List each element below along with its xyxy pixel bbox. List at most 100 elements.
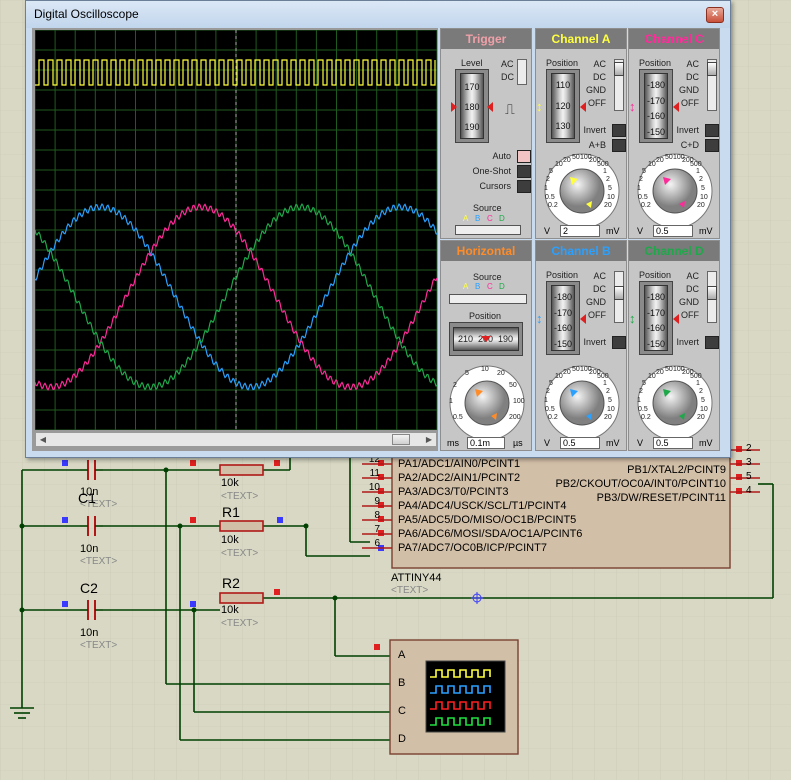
knob-scale-label: 500 (597, 161, 609, 168)
channel-a-mode-ac[interactable]: AC (593, 59, 606, 69)
channel-d-volts-readout[interactable]: 0.5 (653, 437, 693, 449)
switch-thumb[interactable] (707, 62, 717, 76)
knob-scale-label: 5 (608, 397, 612, 404)
trigger-source-b[interactable]: B (475, 214, 480, 223)
scrollbar-thumb[interactable] (392, 434, 410, 445)
knob-scale-label: 1 (696, 168, 700, 175)
channel-invert-label: Invert (583, 125, 606, 135)
horizontal-source-b[interactable]: B (475, 282, 480, 291)
title-bar[interactable]: Digital Oscilloscope × (26, 1, 730, 28)
channel-d-mode-gnd[interactable]: GND (679, 297, 699, 307)
knob-scale-label: 10 (700, 406, 708, 413)
mcu-pin-label: PB2/CKOUT/OC0A/INT0/PCINT10 (555, 478, 726, 490)
channel-a-volts-knob[interactable] (537, 149, 627, 229)
channel-b-volts-knob[interactable] (537, 361, 627, 441)
horizontal-source-c[interactable]: C (487, 282, 493, 291)
channel-b-invert-button[interactable] (612, 336, 626, 349)
channel-c-mode-dc[interactable]: DC (686, 72, 699, 82)
channel-d-position-drum[interactable]: -180 -170 -160 -150 (639, 281, 673, 355)
channel-d-mode-dc[interactable]: DC (686, 284, 699, 294)
trigger-mode-button-2[interactable] (517, 165, 531, 178)
knob-scale-label: 20 (656, 157, 664, 164)
channel-position-label: Position (546, 270, 579, 280)
channel-b-volts-readout[interactable]: 0.5 (560, 437, 600, 449)
switch-thumb[interactable] (614, 286, 624, 300)
channel-b-mode-off[interactable]: OFF (588, 310, 606, 320)
mcu-pin-number: 8 (374, 510, 380, 521)
channel-unit-label: mV (699, 226, 713, 236)
mcu-pin-label: PA7/ADC7/OC0B/ICP/PCINT7 (398, 542, 547, 554)
level-left-marker-icon (451, 102, 457, 112)
knob-scale-label: 10 (607, 406, 615, 413)
trigger-mode-button-3[interactable] (517, 180, 531, 193)
r2-ref: R2 (222, 575, 240, 591)
channel-c-mode-gnd[interactable]: GND (679, 85, 699, 95)
channel-c-mode-ac[interactable]: AC (686, 59, 699, 69)
scope-screen[interactable] (35, 30, 437, 430)
channel-b-mode-switch[interactable] (614, 271, 624, 323)
drum-number: -170 (553, 307, 572, 318)
channel-b-position-drum[interactable]: -180 -170 -160 -150 (546, 281, 580, 355)
mcu-name: ATTINY44 (391, 572, 442, 584)
channel-a-position-drum[interactable]: 110 120 130 (546, 69, 580, 143)
drum-number: -180 (646, 292, 665, 302)
scroll-left-icon[interactable]: ◀ (36, 433, 50, 446)
horizontal-scrollbar[interactable]: ◀ ▶ (35, 432, 437, 447)
switch-thumb[interactable] (614, 62, 624, 76)
knob-scale-label: 2 (453, 382, 457, 389)
channel-b-mode-gnd[interactable]: GND (586, 297, 606, 307)
scroll-right-icon[interactable]: ▶ (422, 433, 436, 446)
trigger-source-d[interactable]: D (499, 214, 505, 223)
channel-a-volts-readout[interactable]: 2 (560, 225, 600, 237)
position-marker-icon (673, 314, 679, 324)
edge-select-icon[interactable]: ⎍ (505, 101, 515, 118)
channel-b-mode-dc[interactable]: DC (593, 284, 606, 294)
mcu-pin-label: PB3/DW/RESET/PCINT11 (596, 492, 726, 504)
drum-number: 120 (555, 100, 571, 111)
trigger-source-c[interactable]: C (487, 214, 493, 223)
close-button[interactable]: × (706, 7, 724, 23)
trigger-source-a[interactable]: A (463, 214, 468, 223)
channel-c-position-drum[interactable]: -180 -170 -160 -150 (639, 69, 673, 143)
channel-c-volts-knob[interactable] (630, 149, 720, 229)
trigger-level-drum[interactable]: 170 180 190 (455, 69, 489, 143)
trigger-mode-2: One-Shot (472, 166, 511, 176)
horizontal-source-a[interactable]: A (463, 282, 468, 291)
mcu-pin-label: PB1/XTAL2/PCINT9 (627, 464, 726, 476)
trigger-mode-button-1[interactable] (517, 150, 531, 163)
channel-d-mode-switch[interactable] (707, 271, 717, 323)
knob-scale-label: 20 (563, 369, 571, 376)
horizontal-source-slider[interactable] (449, 294, 527, 304)
trigger-coupling-dc[interactable]: DC (501, 72, 514, 82)
drum-number: -180 (646, 80, 665, 90)
drum-number: 180 (464, 102, 480, 112)
switch-thumb[interactable] (707, 286, 717, 300)
channel-d-invert-button[interactable] (705, 336, 719, 349)
channel-a-mode-gnd[interactable]: GND (586, 85, 606, 95)
channel-d-mode-off[interactable]: OFF (681, 310, 699, 320)
drum-number: -160 (646, 111, 665, 121)
channel-c-mode-off[interactable]: OFF (681, 98, 699, 108)
coupling-switch[interactable] (517, 59, 527, 85)
knob-scale-label: 20 (697, 202, 705, 209)
horizontal-source-d[interactable]: D (499, 282, 505, 291)
knob-scale-label: 2 (699, 176, 703, 183)
channel-d-volts-knob[interactable] (630, 361, 720, 441)
channel-d-mode-ac[interactable]: AC (686, 271, 699, 281)
channel-a-mode-off[interactable]: OFF (588, 98, 606, 108)
channel-b-title: Channel B (536, 241, 626, 261)
trigger-coupling-ac[interactable]: AC (501, 59, 514, 69)
knob-scale-label: 2 (699, 388, 703, 395)
timebase-readout[interactable]: 0.1m (467, 437, 505, 449)
mcu-pin-number: 9 (374, 496, 380, 507)
channel-a-invert-button[interactable] (612, 124, 626, 137)
channel-b-mode-ac[interactable]: AC (593, 271, 606, 281)
channel-c-volts-readout[interactable]: 0.5 (653, 225, 693, 237)
channel-a-mode-switch[interactable] (614, 59, 624, 111)
trigger-source-slider[interactable] (455, 225, 521, 235)
oscilloscope-window[interactable]: Digital Oscilloscope × ◀ ▶ Trigger Level 1… (25, 0, 731, 458)
channel-a-mode-dc[interactable]: DC (593, 72, 606, 82)
drum-number: -150 (553, 338, 572, 349)
channel-c-mode-switch[interactable] (707, 59, 717, 111)
channel-c-invert-button[interactable] (705, 124, 719, 137)
